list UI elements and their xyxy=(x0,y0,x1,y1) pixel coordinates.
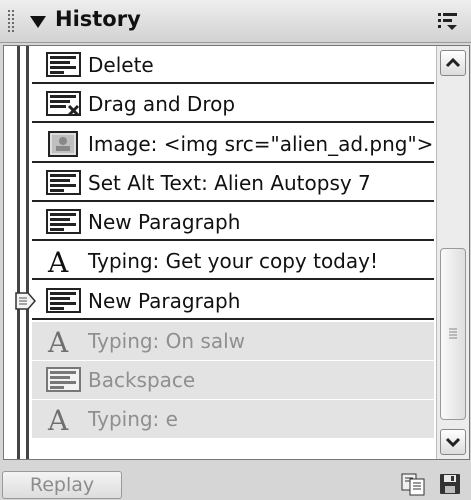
history-step-label: Set Alt Text: Alien Autopsy 7 xyxy=(88,171,371,195)
history-step-label: Delete xyxy=(88,53,154,77)
history-panel: History Delete Drag and Drop Image: <img s… xyxy=(0,0,471,500)
history-slider-track[interactable] xyxy=(17,46,29,459)
history-step-label: Image: <img src="alien_ad.png"> xyxy=(88,132,434,156)
options-menu-icon[interactable] xyxy=(437,11,459,31)
typing-icon: A xyxy=(46,404,82,437)
copy-steps-icon[interactable] xyxy=(400,472,426,496)
history-step-row[interactable]: Image: <img src="alien_ad.png"> xyxy=(32,125,434,163)
history-step-row[interactable]: A Typing: Get your copy today! xyxy=(32,242,434,280)
panel-header: History xyxy=(0,0,471,43)
history-step-label: Typing: e xyxy=(88,407,178,431)
panel-footer: Replay xyxy=(0,462,471,500)
typing-icon: A xyxy=(46,326,82,359)
text-block-icon xyxy=(46,367,82,393)
history-step-label: Drag and Drop xyxy=(88,92,236,116)
history-step-label: New Paragraph xyxy=(88,210,241,234)
text-block-icon xyxy=(46,52,82,78)
history-slider-pointer-icon[interactable] xyxy=(15,291,37,311)
history-step-row[interactable]: A Typing: On salw xyxy=(32,322,434,360)
panel-grip-icon[interactable] xyxy=(8,10,16,32)
svg-text:A: A xyxy=(47,248,69,274)
scroll-down-button[interactable] xyxy=(440,429,466,455)
replay-button[interactable]: Replay xyxy=(2,471,122,499)
drag-drop-icon xyxy=(46,91,82,117)
chevron-down-icon xyxy=(445,437,461,448)
panel-title: History xyxy=(55,7,141,31)
history-step-row[interactable]: New Paragraph xyxy=(32,282,434,320)
scroll-up-button[interactable] xyxy=(440,50,466,76)
history-step-row[interactable]: Set Alt Text: Alien Autopsy 7 xyxy=(32,164,434,202)
chevron-up-icon xyxy=(445,57,461,68)
scroll-thumb[interactable] xyxy=(440,248,466,420)
text-block-icon xyxy=(46,288,82,314)
history-step-label: New Paragraph xyxy=(88,289,241,313)
vertical-scrollbar[interactable] xyxy=(436,46,469,459)
history-step-label: Typing: On salw xyxy=(88,329,246,353)
history-step-row[interactable]: Drag and Drop xyxy=(32,85,434,123)
history-step-row[interactable]: Backspace xyxy=(32,361,434,399)
history-step-label: Backspace xyxy=(88,368,196,392)
image-icon xyxy=(46,131,82,157)
history-list: Delete Drag and Drop Image: <img src="alie… xyxy=(3,45,470,460)
svg-text:A: A xyxy=(47,328,69,354)
history-rows: Delete Drag and Drop Image: <img src="alie… xyxy=(32,46,434,459)
svg-text:A: A xyxy=(47,406,69,432)
history-step-row[interactable]: Delete xyxy=(32,46,434,84)
history-step-row[interactable]: A Typing: e xyxy=(32,400,434,438)
save-as-command-icon[interactable] xyxy=(438,472,462,496)
collapse-triangle-icon[interactable] xyxy=(30,16,46,28)
text-block-icon xyxy=(46,170,82,196)
history-step-row[interactable]: New Paragraph xyxy=(32,203,434,241)
typing-icon: A xyxy=(46,246,82,279)
history-step-label: Typing: Get your copy today! xyxy=(88,249,378,273)
text-block-icon xyxy=(46,209,82,235)
thumb-grip-icon xyxy=(449,328,457,339)
